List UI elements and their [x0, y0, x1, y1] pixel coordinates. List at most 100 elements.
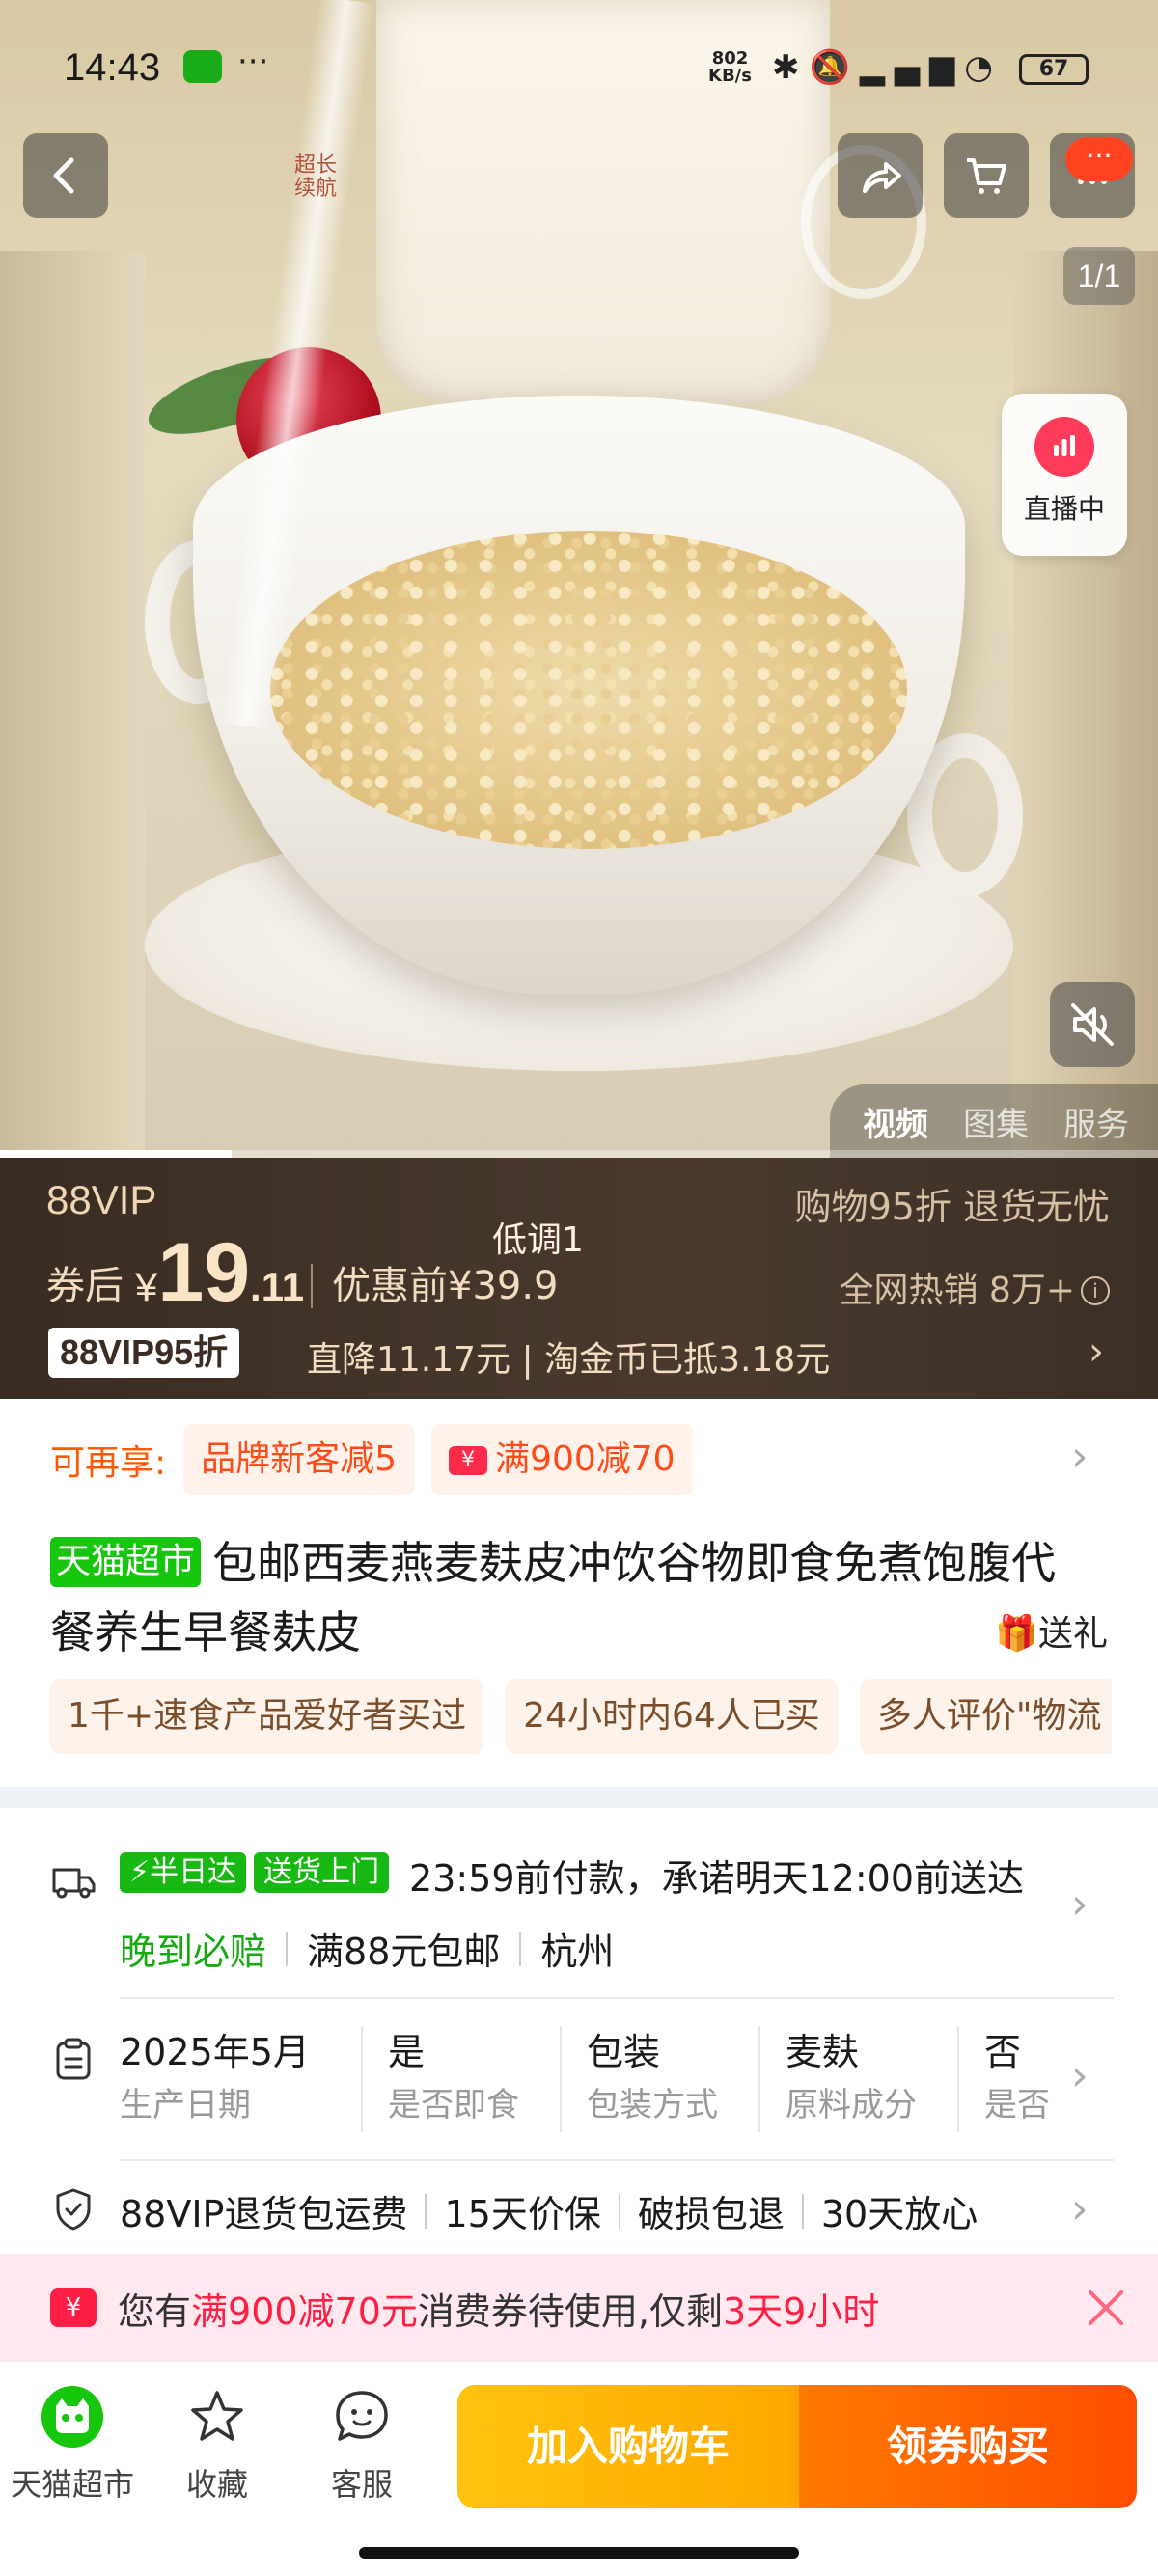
coupon-icon: ¥: [449, 1446, 488, 1475]
store-button[interactable]: 天猫超市: [0, 2385, 145, 2505]
spec-item: 否是否: [957, 2026, 1085, 2132]
chevron-left-icon: [53, 157, 74, 194]
tmall-supermarket-tag: 天猫超市: [50, 1537, 202, 1587]
delivery-badges: ⚡半日达 送货上门: [120, 1852, 390, 1893]
oat-bran-image: [270, 531, 907, 849]
bluetooth-icon: ✱: [772, 48, 810, 87]
spec-value: 麦麸: [786, 2031, 860, 2073]
promo-row[interactable]: 可再享: 品牌新客减5 ¥ 满900减70: [50, 1424, 693, 1495]
delivery-details: 晚到必赔 满88元包邮 杭州: [120, 1922, 614, 1975]
currency-symbol: ¥: [135, 1264, 158, 1309]
social-chip: 多人评价"物流: [859, 1679, 1112, 1754]
price-band[interactable]: 88VIP 购物95折 退货无忧 低调1 券后 ¥19.11 优惠前¥39.9 …: [0, 1158, 1158, 1399]
live-stream-entry[interactable]: 直播中: [1002, 394, 1127, 556]
info-icon[interactable]: i: [1081, 1276, 1110, 1305]
specs-row[interactable]: 2025年5月 生产日期 是是否即食 包装 包装方式 麦麸原料成分 否是否 ›: [0, 2013, 1158, 2157]
guarantee-item: 88VIP退货包运费: [120, 2193, 408, 2235]
after-coupon-label: 券后: [46, 1264, 124, 1308]
social-chip: 24小时内64人已买: [506, 1679, 838, 1754]
divider: [425, 2193, 427, 2229]
tab-video[interactable]: 视频: [863, 1098, 928, 1145]
media-tabs: 视频 图集 服务: [830, 1084, 1158, 1158]
delivery-row[interactable]: ⚡半日达 送货上门 23:59前付款，承诺明天12:00前送达 晚到必赔 满88…: [0, 1833, 1158, 1997]
price-divider: [311, 1264, 313, 1308]
spec-item: 2025年5月 生产日期: [120, 2026, 361, 2132]
tab-gallery[interactable]: 图集: [963, 1098, 1029, 1145]
network-rate-unit: KB/s: [708, 66, 752, 86]
coupon-yen-icon: ¥: [50, 2288, 96, 2327]
guarantee-chevron-icon[interactable]: ›: [1071, 2184, 1089, 2233]
social-proof-row: 1千+速食产品爱好者买过 24小时内64人已买 多人评价"物流: [50, 1679, 1112, 1754]
half-day-badge: ⚡半日达: [120, 1852, 247, 1893]
social-chip: 1千+速食产品爱好者买过: [50, 1679, 484, 1754]
ship-from-city: 杭州: [540, 1931, 615, 1973]
guarantee-row[interactable]: 88VIP退货包运费 15天价保 破损包退 30天放心 ›: [0, 2171, 1158, 2252]
wechat-icon: [183, 50, 222, 83]
signal-5g-icon: ▂▄▆: [859, 48, 965, 87]
coupon-pre: 您有: [118, 2289, 192, 2333]
network-rate: 802 KB/s: [708, 50, 752, 85]
promo-chip-new-customer[interactable]: 品牌新客减5: [183, 1424, 415, 1495]
spec-item: 是是否即食: [361, 2026, 560, 2132]
section-divider: [0, 1787, 1158, 1808]
price-integer: 19: [157, 1226, 251, 1319]
live-label: 直播中: [1023, 493, 1105, 525]
shield-check-icon: [56, 2188, 91, 2231]
tmall-cat-icon: [41, 2386, 103, 2448]
wifi-icon: ◔: [964, 48, 1003, 87]
message-badge[interactable]: ···: [1065, 137, 1133, 181]
vip-label: 88VIP: [46, 1177, 157, 1222]
speaker-muted-icon: [1071, 1003, 1114, 1046]
mute-bell-icon: 🔕: [809, 48, 860, 87]
row-divider: [120, 2159, 1114, 2161]
coupon-reminder-banner[interactable]: ¥ 您有满900减70元消费券待使用,仅剩3天9小时: [0, 2254, 1158, 2362]
promo-chip-coupon-label: 满900减70: [495, 1439, 676, 1479]
favorite-button[interactable]: 收藏: [145, 2385, 290, 2505]
row-divider: [120, 1997, 1114, 1999]
price-decimal: .11: [250, 1264, 305, 1309]
gift-button[interactable]: 🎁送礼: [995, 1605, 1108, 1656]
clipboard-icon: [56, 2038, 91, 2080]
spec-value: 是: [388, 2031, 426, 2073]
customer-service-button[interactable]: 客服: [290, 2385, 434, 2505]
guarantee-item: 破损包退: [637, 2193, 785, 2235]
cart-button[interactable]: [944, 133, 1029, 218]
spec-key: 生产日期: [120, 2086, 251, 2124]
gift-icon: 🎁: [995, 1614, 1038, 1654]
spec-key: 原料成分: [786, 2086, 917, 2124]
divider: [519, 1931, 522, 1966]
delivery-promise: 23:59前付款，承诺明天12:00前送达: [409, 1857, 1025, 1900]
shopping-cart-icon: [967, 158, 1006, 194]
system-icons: ✱🔕▂▄▆◔: [772, 48, 1003, 87]
spec-key: 是否: [984, 2086, 1050, 2124]
door-delivery-badge: 送货上门: [254, 1852, 390, 1893]
home-indicator[interactable]: [359, 2547, 799, 2559]
specs-chevron-icon[interactable]: ›: [1071, 2051, 1089, 2100]
video-progress-bar[interactable]: [0, 1150, 1158, 1158]
vip-benefits: 购物95折 退货无忧: [794, 1186, 1110, 1228]
gift-label: 送礼: [1037, 1614, 1108, 1654]
close-icon[interactable]: [1079, 2281, 1133, 2335]
chat-face-icon: [336, 2391, 388, 2441]
chevron-right-icon[interactable]: ›: [1089, 1329, 1104, 1374]
truck-icon: [52, 1868, 96, 1899]
promo-chevron-icon[interactable]: ›: [1071, 1432, 1089, 1481]
tab-service[interactable]: 服务: [1063, 1098, 1129, 1145]
claim-coupon-buy-button[interactable]: 领券购买: [799, 2385, 1137, 2508]
spec-value: 包装: [587, 2031, 661, 2073]
spec-item: 包装 包装方式: [560, 2026, 758, 2132]
delivery-chevron-icon[interactable]: ›: [1071, 1879, 1089, 1929]
more-notifications-icon: ···: [237, 42, 269, 81]
guarantee-item: 30天放心: [820, 2193, 979, 2235]
back-button[interactable]: [23, 133, 108, 218]
star-icon: [191, 2391, 243, 2441]
share-button[interactable]: [838, 133, 923, 218]
divider: [286, 1931, 289, 1966]
free-shipping: 满88元包邮: [307, 1931, 501, 1973]
page-indicator: 1/1: [1063, 247, 1135, 305]
coupon-amount: 满900减70元: [191, 2289, 418, 2333]
promo-chip-coupon[interactable]: ¥ 满900减70: [431, 1424, 693, 1495]
coupon-reminder-text: 您有满900减70元消费券待使用,仅剩3天9小时: [118, 2282, 879, 2335]
mute-button[interactable]: [1050, 982, 1135, 1067]
add-to-cart-button[interactable]: 加入购物车: [457, 2385, 799, 2508]
